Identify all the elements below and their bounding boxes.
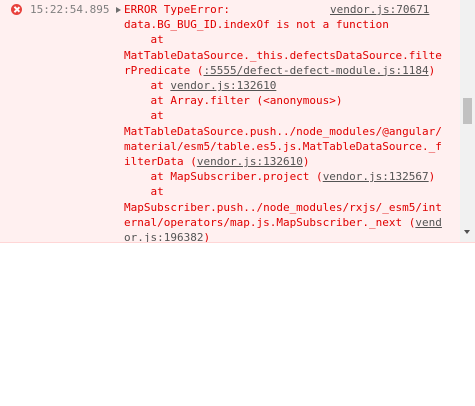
error-circle-icon	[11, 4, 22, 15]
line-text: ERROR TypeError:	[124, 3, 230, 16]
line-text: )	[428, 63, 436, 77]
console-error-message: 15:22:54.895 vendor.js:70671 ERROR TypeE…	[0, 0, 475, 243]
line-text: rPredicate (	[124, 63, 204, 77]
stack-trace-line: MatTableDataSource._this.defectsDataSour…	[124, 48, 454, 63]
line-text: material/esm5/table.es5.js.MatTableDataS…	[124, 139, 442, 153]
line-text: at	[124, 109, 164, 123]
line-text: at	[124, 79, 171, 93]
stack-trace-line: MapSubscriber.push../node_modules/rxjs/_…	[124, 200, 454, 215]
stack-trace-line: material/esm5/table.es5.js.MatTableDataS…	[124, 139, 454, 154]
timestamp: 15:22:54.895	[30, 3, 110, 16]
source-link[interactable]: vendor.js:132610	[197, 155, 303, 168]
scrollbar-thumb[interactable]	[463, 98, 472, 124]
line-text: at Array.filter (<anonymous>)	[124, 94, 343, 108]
line-text: )	[428, 170, 436, 184]
line-text: ilterData (	[124, 155, 197, 169]
stack-trace-line: ERROR TypeError:	[124, 2, 454, 17]
vertical-scrollbar[interactable]	[460, 0, 475, 242]
line-text: data.BG_BUG_ID.indexOf is not a function	[124, 18, 389, 32]
line-text: at	[124, 33, 164, 47]
stack-trace: ERROR TypeError: data.BG_BUG_ID.indexOf i…	[124, 2, 454, 243]
stack-trace-line: at vendor.js:132610	[124, 78, 454, 93]
line-text: at MapSubscriber.project (	[124, 170, 323, 184]
line-text: )	[203, 231, 211, 243]
source-link[interactable]: or.js:196382	[124, 231, 203, 242]
stack-trace-line: or.js:196382)	[124, 230, 454, 243]
stack-trace-line: MatTableDataSource.push../node_modules/@…	[124, 124, 454, 139]
source-link[interactable]: vendor.js:132610	[170, 79, 276, 92]
scroll-down-arrow-icon[interactable]	[464, 230, 470, 234]
stack-trace-line: at	[124, 184, 454, 199]
line-text: )	[302, 155, 310, 169]
source-link[interactable]: vendor.js:132567	[323, 170, 429, 183]
stack-trace-line: at	[124, 32, 454, 47]
stack-trace-line: ernal/operators/map.js.MapSubscriber._ne…	[124, 215, 454, 230]
stack-trace-line: at Array.filter (<anonymous>)	[124, 93, 454, 108]
stack-trace-line: at	[124, 108, 454, 123]
line-text: MatTableDataSource.push../node_modules/@…	[124, 124, 442, 138]
stack-trace-line: data.BG_BUG_ID.indexOf is not a function	[124, 17, 454, 32]
line-text: ernal/operators/map.js.MapSubscriber._ne…	[124, 215, 416, 229]
line-text: MapSubscriber.push../node_modules/rxjs/_…	[124, 200, 442, 214]
stack-trace-line: rPredicate (:5555/defect-defect-module.j…	[124, 63, 454, 78]
line-text: at	[124, 185, 164, 199]
stack-trace-line: at MapSubscriber.project (vendor.js:1325…	[124, 169, 454, 184]
expand-triangle-icon[interactable]	[116, 7, 121, 13]
stack-trace-line: ilterData (vendor.js:132610)	[124, 154, 454, 169]
line-text: MatTableDataSource._this.defectsDataSour…	[124, 48, 442, 62]
source-link[interactable]: vend	[415, 216, 442, 229]
source-link[interactable]: :5555/defect-defect-module.js:1184	[203, 64, 428, 77]
